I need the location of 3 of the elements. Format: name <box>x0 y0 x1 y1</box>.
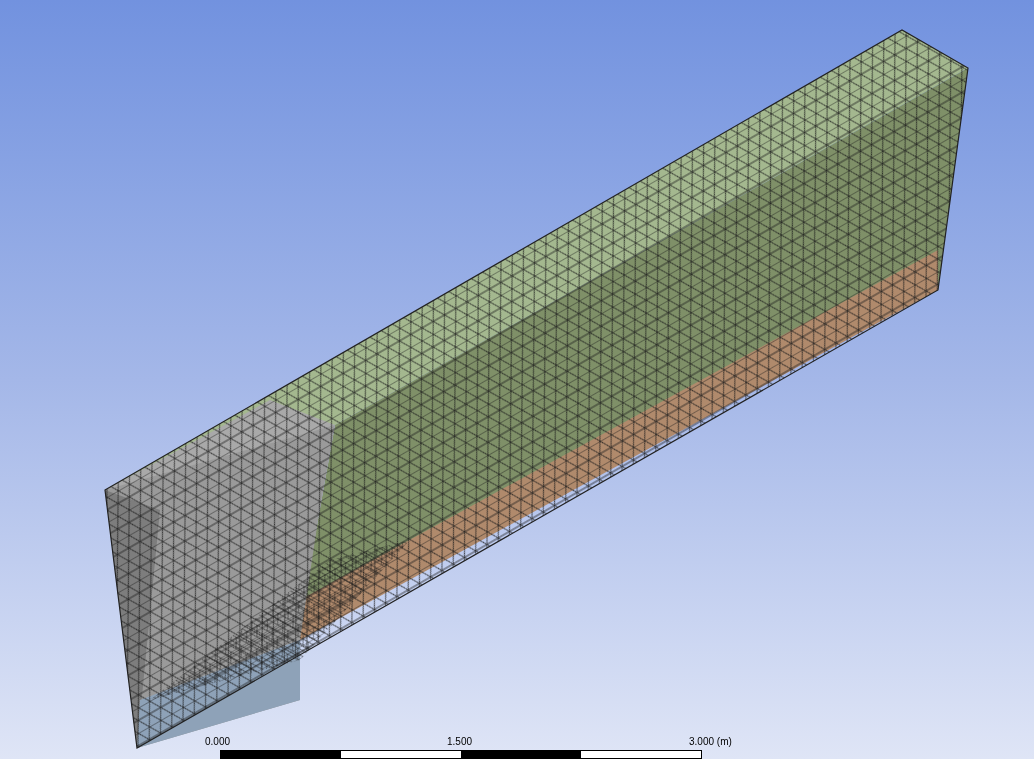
scale-label: 3.000 (m) <box>689 737 732 747</box>
scale-label: 1.500 <box>447 737 473 747</box>
scale-label: 0.000 <box>205 737 231 747</box>
